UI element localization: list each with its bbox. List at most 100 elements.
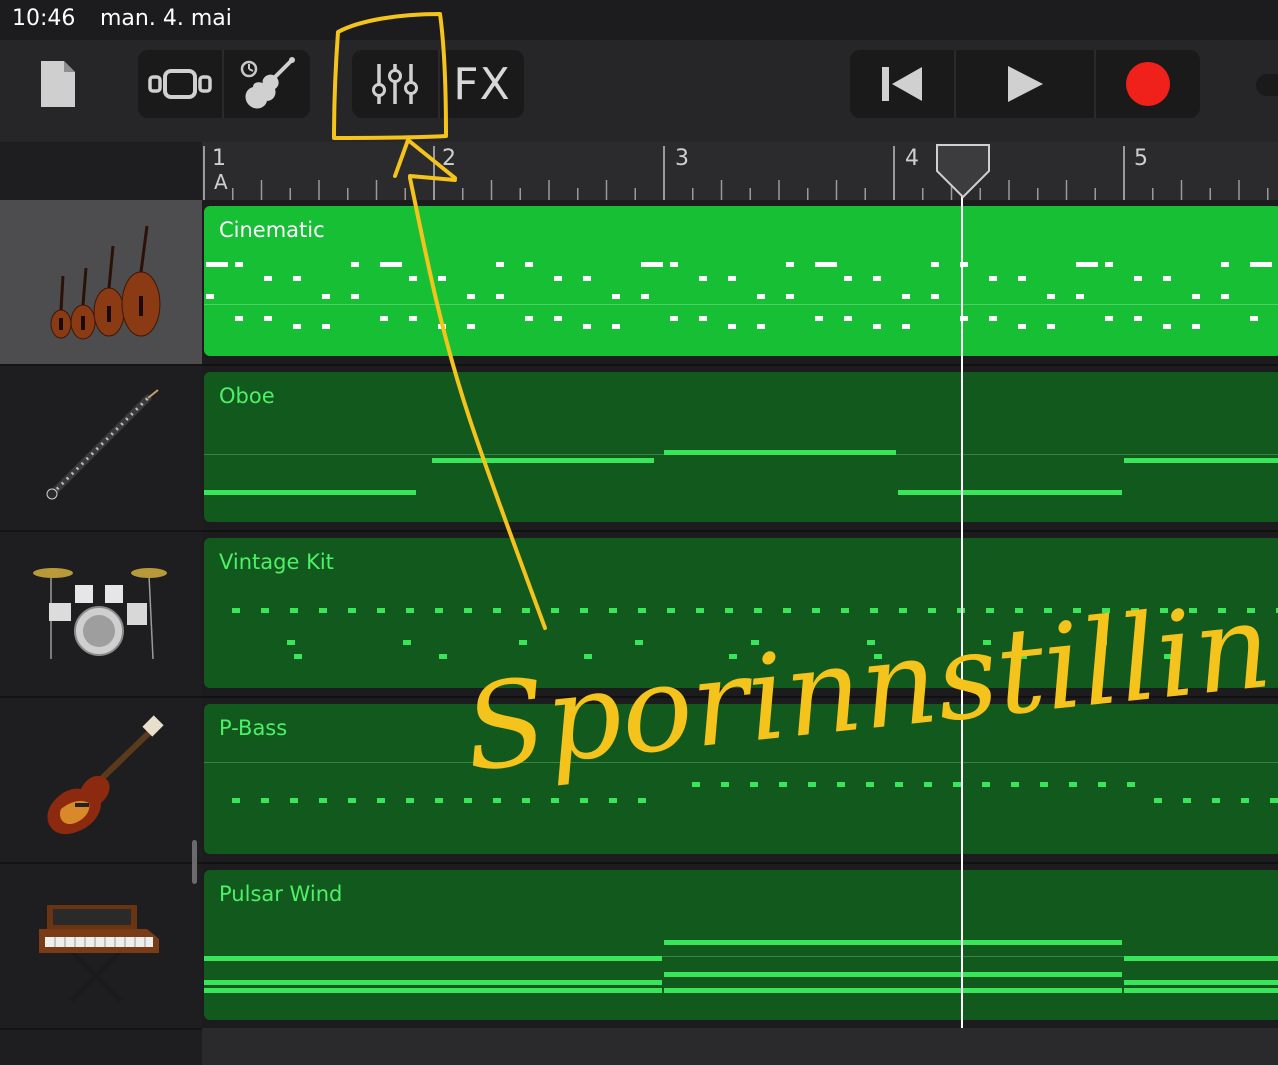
my-songs-button[interactable]	[30, 50, 86, 118]
midi-note	[496, 294, 504, 299]
synthesizer-icon	[39, 905, 159, 1003]
instrument-browser-button[interactable]	[224, 50, 310, 118]
midi-note	[670, 262, 678, 267]
mixer-group: FX	[352, 50, 524, 118]
ruler-ticks	[203, 146, 1269, 200]
midi-note	[1163, 276, 1171, 281]
midi-note	[261, 798, 269, 803]
midi-note	[1018, 324, 1026, 329]
midi-note	[377, 798, 385, 803]
midi-note	[287, 640, 295, 645]
play-button[interactable]	[956, 50, 1094, 118]
midi-note	[664, 940, 1122, 945]
midi-note	[264, 316, 272, 321]
midi-note	[989, 316, 997, 321]
midi-note	[729, 654, 737, 659]
midi-note	[902, 324, 910, 329]
midi-note	[899, 608, 907, 613]
midi-note	[493, 798, 501, 803]
toolbar: FX	[0, 40, 1278, 142]
region-title-vintage-kit: Vintage Kit	[219, 550, 334, 574]
midi-note	[931, 294, 939, 299]
midi-note	[982, 782, 990, 787]
midi-note	[522, 798, 530, 803]
go-to-beginning-button[interactable]	[850, 50, 954, 118]
region-pulsar-wind[interactable]: Pulsar Wind	[204, 870, 1278, 1020]
midi-note	[983, 640, 991, 645]
midi-note	[1047, 324, 1055, 329]
region-oboe[interactable]: Oboe	[204, 372, 1278, 522]
midi-note	[699, 316, 707, 321]
midi-note	[1250, 262, 1272, 267]
midi-note	[293, 324, 301, 329]
track-header-p-bass[interactable]	[0, 698, 202, 864]
track-header-cinematic[interactable]	[0, 200, 202, 366]
playhead-line	[961, 190, 963, 1028]
midi-note	[751, 640, 759, 645]
midi-note	[808, 782, 816, 787]
region-cinematic[interactable]: Cinematic	[204, 206, 1278, 356]
region-title-cinematic: Cinematic	[219, 218, 325, 242]
midi-note	[1131, 608, 1139, 613]
midi-note	[235, 262, 243, 267]
document-icon	[41, 61, 75, 107]
midi-note	[522, 608, 530, 613]
midi-note	[438, 324, 446, 329]
midi-note	[464, 798, 472, 803]
region-title-pulsar-wind: Pulsar Wind	[219, 882, 343, 906]
record-button[interactable]	[1096, 50, 1200, 118]
midi-note	[873, 324, 881, 329]
region-p-bass[interactable]: P-Bass	[204, 704, 1278, 854]
midi-note	[1076, 294, 1084, 299]
midi-note	[1018, 276, 1026, 281]
midi-note	[583, 324, 591, 329]
midi-note	[519, 640, 527, 645]
tracks-area[interactable]: Cinematic Oboe Vintage Kit P-Bass Pulsar…	[202, 200, 1278, 1065]
midi-note	[554, 316, 562, 321]
midi-note	[204, 988, 662, 993]
midi-note	[609, 608, 617, 613]
timeline-ruler[interactable]: A 1 2 3 4 5	[202, 142, 1278, 200]
midi-note	[409, 276, 417, 281]
midi-note	[786, 294, 794, 299]
tracks-view-button[interactable]	[138, 50, 222, 118]
midi-note	[1124, 988, 1278, 993]
midi-note	[232, 798, 240, 803]
midi-note	[1124, 956, 1278, 961]
playhead-handle[interactable]	[935, 143, 991, 199]
midi-note	[664, 450, 896, 455]
midi-note	[348, 798, 356, 803]
midi-note	[612, 294, 620, 299]
midi-note	[403, 640, 411, 645]
track-controls-button[interactable]	[352, 50, 438, 118]
midi-note	[1127, 782, 1135, 787]
track-header-vintage-kit[interactable]	[0, 532, 202, 698]
midi-note	[290, 608, 298, 613]
midi-note	[1044, 608, 1052, 613]
track-header-pulsar-wind[interactable]	[0, 864, 202, 1030]
midi-note	[435, 798, 443, 803]
midi-note	[1102, 608, 1110, 613]
midi-note	[1192, 294, 1200, 299]
midi-note	[641, 294, 649, 299]
midi-note	[1212, 798, 1220, 803]
midi-note	[554, 276, 562, 281]
view-group	[138, 50, 310, 118]
midi-note	[204, 980, 662, 985]
midi-note	[525, 262, 533, 267]
midi-note	[580, 608, 588, 613]
header-scroll-handle[interactable]	[192, 840, 197, 884]
midi-note	[898, 490, 1122, 495]
more-controls-edge[interactable]	[1256, 74, 1278, 96]
midi-note	[319, 798, 327, 803]
midi-note	[1189, 608, 1197, 613]
midi-note	[728, 276, 736, 281]
region-vintage-kit[interactable]: Vintage Kit	[204, 538, 1278, 688]
midi-note	[1019, 654, 1027, 659]
track-header-oboe[interactable]	[0, 366, 202, 532]
midi-note	[439, 654, 447, 659]
midi-note	[348, 608, 356, 613]
midi-note	[757, 294, 765, 299]
fx-button[interactable]: FX	[440, 50, 524, 118]
midi-note	[351, 262, 359, 267]
